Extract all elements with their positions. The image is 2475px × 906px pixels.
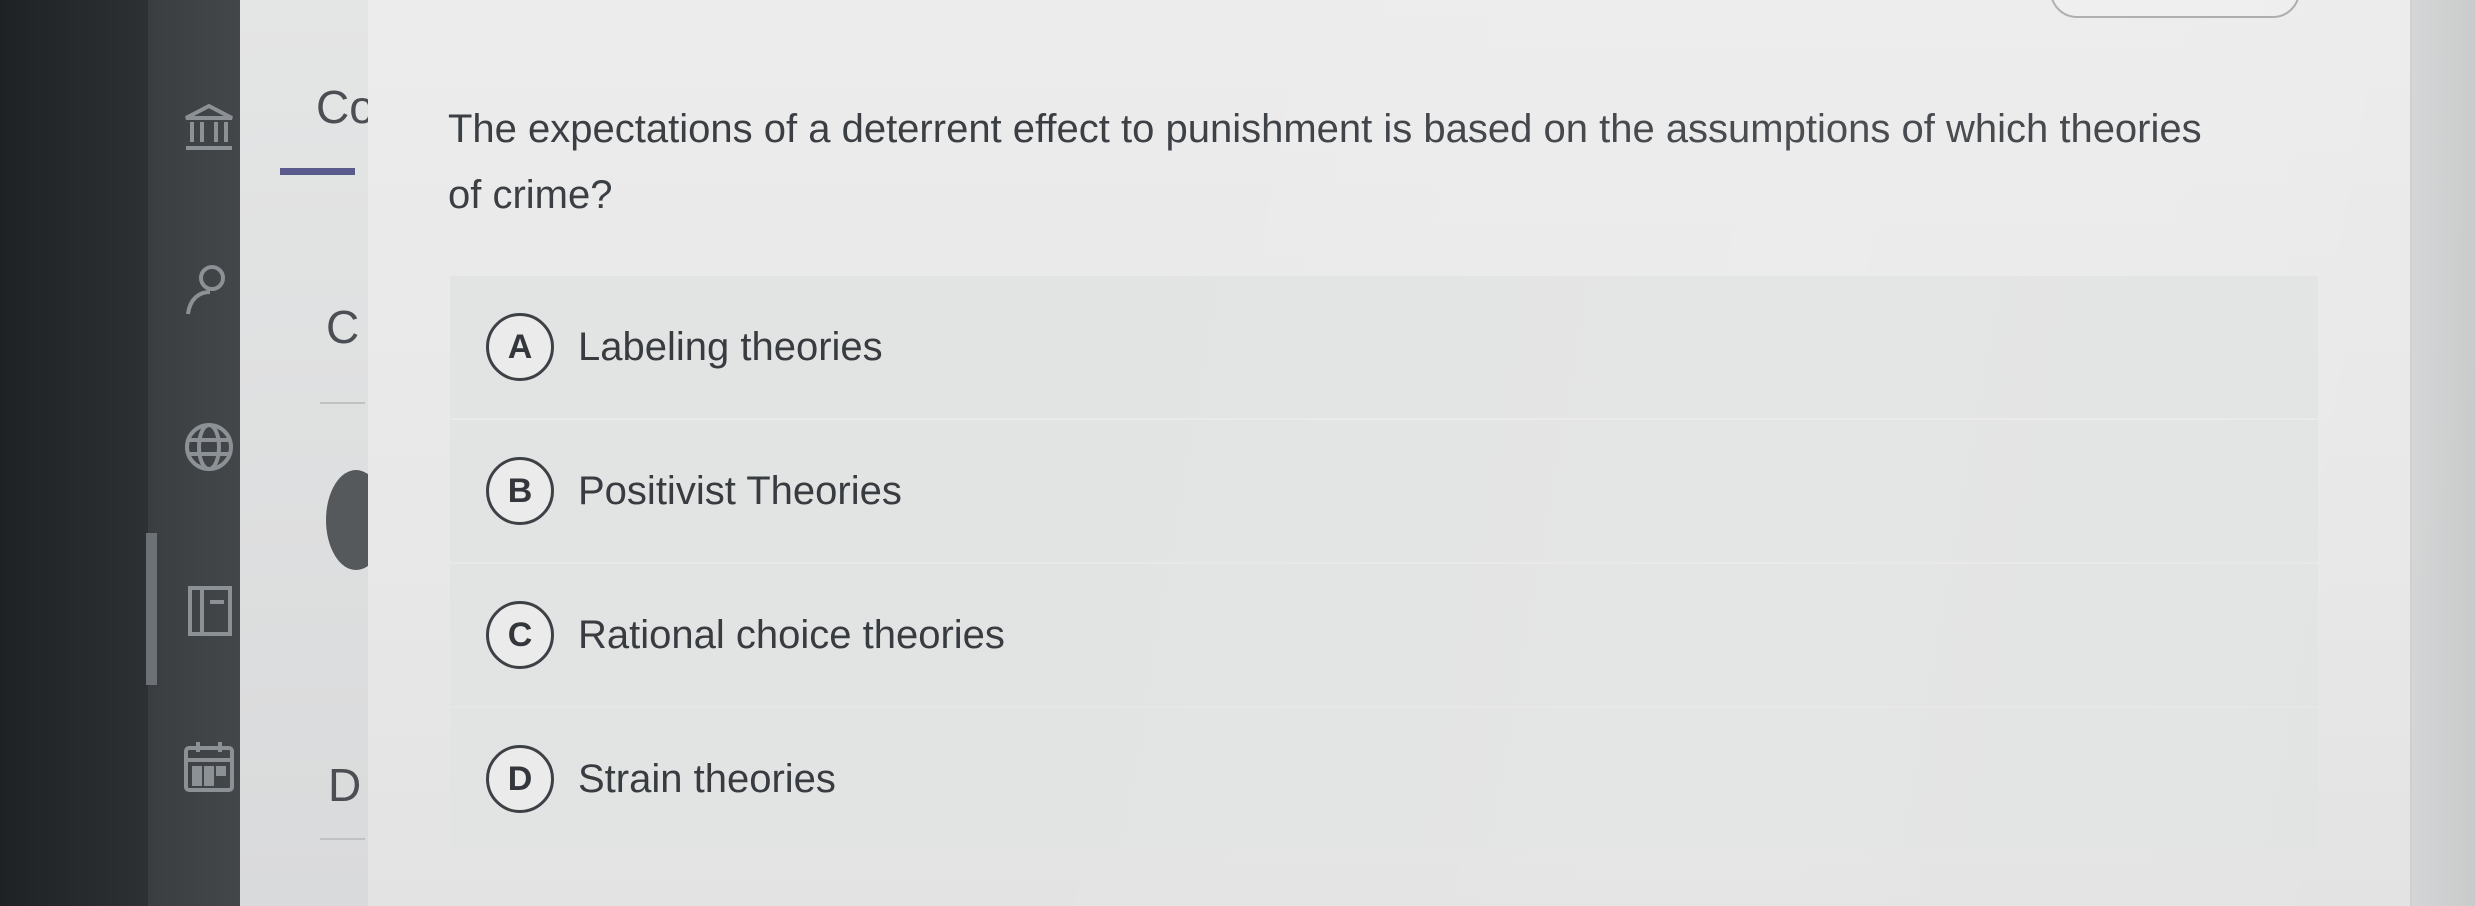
option-letter-badge: B [486,457,554,525]
screen: Co C D The expectations of a deterrent e… [0,0,2475,906]
option-label: Labeling theories [578,324,883,369]
answer-option-d[interactable]: D Strain theories [450,708,2318,850]
institution-icon[interactable] [180,98,238,156]
side-divider [320,838,365,840]
user-icon[interactable] [180,260,238,318]
calendar-icon[interactable] [180,738,238,796]
option-label: Strain theories [578,756,836,801]
side-section-letter-d: D [328,759,362,811]
answer-option-b[interactable]: B Positivist Theories [450,420,2318,562]
right-edge-panel [2410,0,2475,906]
option-letter-badge: D [486,745,554,813]
option-label: Rational choice theories [578,612,1005,657]
option-letter-badge: A [486,313,554,381]
globe-icon[interactable] [180,418,238,476]
option-label: Positivist Theories [578,468,902,513]
side-panel-tab-indicator [280,168,355,175]
book-icon[interactable] [180,582,238,640]
top-pill-button[interactable] [2050,0,2300,18]
side-divider [320,402,365,404]
side-section-letter-c: C [326,301,360,353]
answer-option-a[interactable]: A Labeling theories [450,276,2318,418]
side-panel-tab-label[interactable]: Co [316,80,375,134]
answer-option-c[interactable]: C Rational choice theories [450,564,2318,706]
nav-active-indicator [146,533,157,685]
option-letter-badge: C [486,601,554,669]
question-text: The expectations of a deterrent effect t… [448,107,2202,217]
